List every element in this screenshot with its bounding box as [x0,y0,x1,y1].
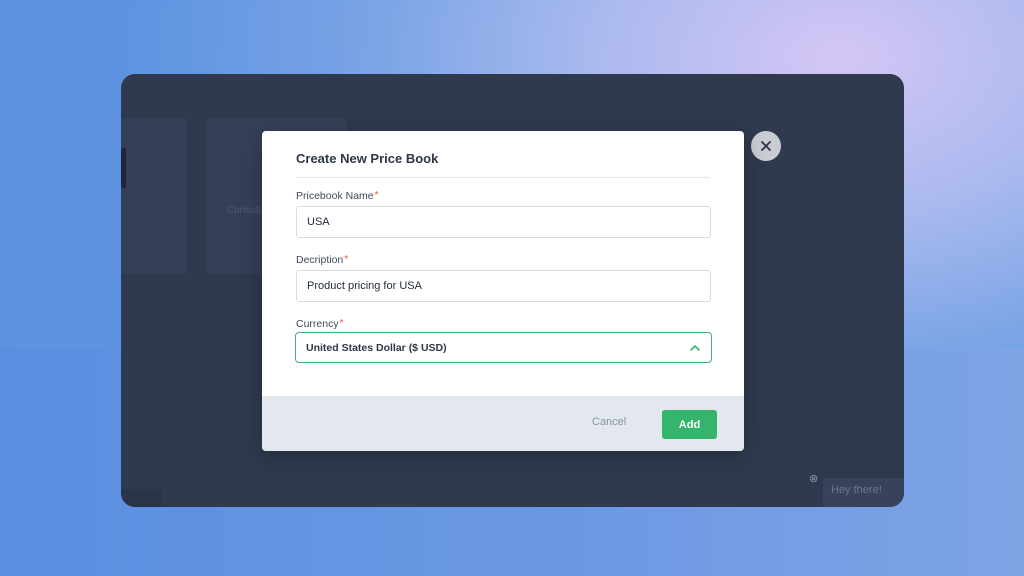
description-label-text: Decription [296,254,344,266]
pricebook-name-label-text: Pricebook Name [296,190,374,202]
currency-selected-value: United States Dollar ($ USD) [306,341,447,354]
required-indicator: * [344,254,349,265]
currency-label-text: Currency [296,318,339,330]
required-indicator: * [339,318,344,329]
description-input[interactable]: Product pricing for USA [296,270,711,302]
chevron-up-icon[interactable] [689,342,701,354]
background-card [121,118,187,274]
pricebook-name-input[interactable]: USA [296,206,711,238]
pricebook-name-value: USA [307,216,330,228]
divider [296,177,710,178]
cancel-button[interactable]: Cancel [592,416,626,428]
chat-close-icon[interactable]: ⊗ [809,472,818,485]
background-tab [121,489,161,507]
description-value: Product pricing for USA [307,280,422,292]
modal-title: Create New Price Book [296,151,439,166]
chat-widget[interactable]: ⊗ Hey there! [807,472,904,507]
chat-bubble[interactable]: Hey there! [823,478,904,507]
currency-select[interactable]: United States Dollar ($ USD) [295,332,712,363]
required-indicator: * [374,190,379,201]
add-button[interactable]: Add [662,410,717,439]
background-card-label: Consult [227,205,261,216]
background-accent-bar [121,148,126,188]
description-label: Decription* [296,254,348,266]
pricebook-name-label: Pricebook Name* [296,190,379,202]
close-button[interactable] [751,131,781,161]
currency-label: Currency* [296,318,344,330]
close-icon [761,141,771,151]
create-price-book-modal: Create New Price Book Pricebook Name* US… [262,131,744,451]
modal-footer: Cancel Add [262,396,744,451]
